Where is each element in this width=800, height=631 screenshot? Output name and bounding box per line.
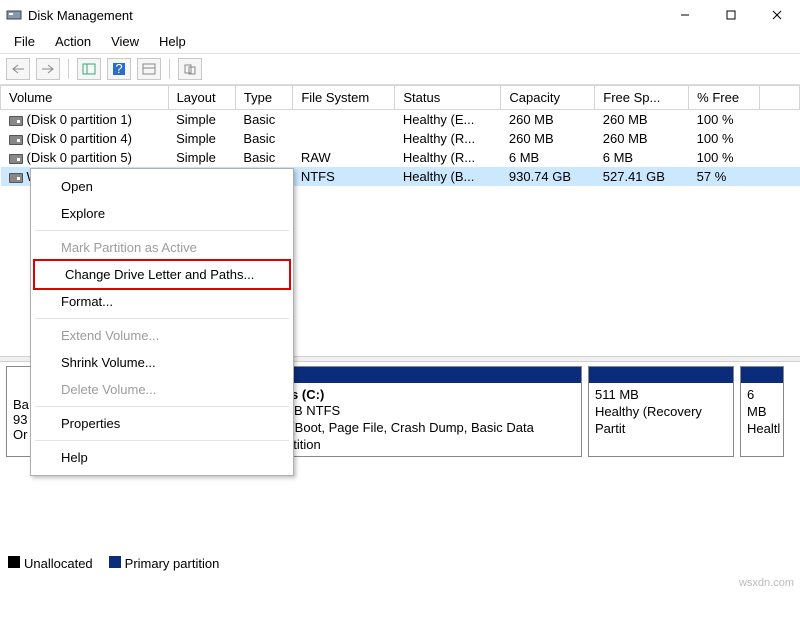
forward-button[interactable] [36,58,60,80]
toolbar: ? [0,53,800,85]
toolbar-icon-3[interactable] [137,58,161,80]
col-pfree[interactable]: % Free [689,86,760,110]
back-button[interactable] [6,58,30,80]
title-bar: Disk Management [0,0,800,30]
drive-icon [9,135,23,145]
help-icon[interactable]: ? [107,58,131,80]
col-volume[interactable]: Volume [1,86,169,110]
legend: Unallocated Primary partition [8,556,219,571]
menu-file[interactable]: File [6,32,43,51]
ctx-delete-volume: Delete Volume... [31,376,293,403]
drive-icon [9,154,23,164]
table-header-row: Volume Layout Type File System Status Ca… [1,86,800,110]
svg-text:?: ? [115,62,122,76]
ctx-mark-active: Mark Partition as Active [31,234,293,261]
legend-primary: Primary partition [109,556,220,571]
col-free[interactable]: Free Sp... [595,86,689,110]
ctx-explore[interactable]: Explore [31,200,293,227]
ctx-shrink-volume[interactable]: Shrink Volume... [31,349,293,376]
ctx-open[interactable]: Open [31,173,293,200]
toolbar-view-icon[interactable] [77,58,101,80]
window-title: Disk Management [28,8,662,23]
menu-view[interactable]: View [103,32,147,51]
partition-block[interactable]: ows (C:)4 GB NTFShy (Boot, Page File, Cr… [266,366,582,457]
context-menu: Open Explore Mark Partition as Active Ch… [30,168,294,476]
ctx-help[interactable]: Help [31,444,293,471]
table-row[interactable]: (Disk 0 partition 5)SimpleBasicRAWHealth… [1,148,800,167]
menu-bar: File Action View Help [0,30,800,53]
watermark: wsxdn.com [739,577,794,589]
drive-icon [9,173,23,183]
partition-block[interactable]: 6 MBHealtl [740,366,784,457]
col-status[interactable]: Status [395,86,501,110]
legend-unallocated: Unallocated [8,556,93,571]
ctx-change-drive-letter[interactable]: Change Drive Letter and Paths... [35,261,289,288]
table-row[interactable]: (Disk 0 partition 4)SimpleBasicHealthy (… [1,129,800,148]
app-icon [6,7,22,23]
ctx-extend-volume: Extend Volume... [31,322,293,349]
col-capacity[interactable]: Capacity [501,86,595,110]
col-type[interactable]: Type [235,86,292,110]
close-button[interactable] [754,0,800,30]
partition-block[interactable]: 511 MBHealthy (Recovery Partit [588,366,734,457]
toolbar-icon-4[interactable] [178,58,202,80]
table-row[interactable]: (Disk 0 partition 1)SimpleBasicHealthy (… [1,110,800,130]
ctx-properties[interactable]: Properties [31,410,293,437]
maximize-button[interactable] [708,0,754,30]
minimize-button[interactable] [662,0,708,30]
menu-help[interactable]: Help [151,32,194,51]
drive-icon [9,116,23,126]
col-fs[interactable]: File System [293,86,395,110]
ctx-format[interactable]: Format... [31,288,293,315]
menu-action[interactable]: Action [47,32,99,51]
col-layout[interactable]: Layout [168,86,235,110]
